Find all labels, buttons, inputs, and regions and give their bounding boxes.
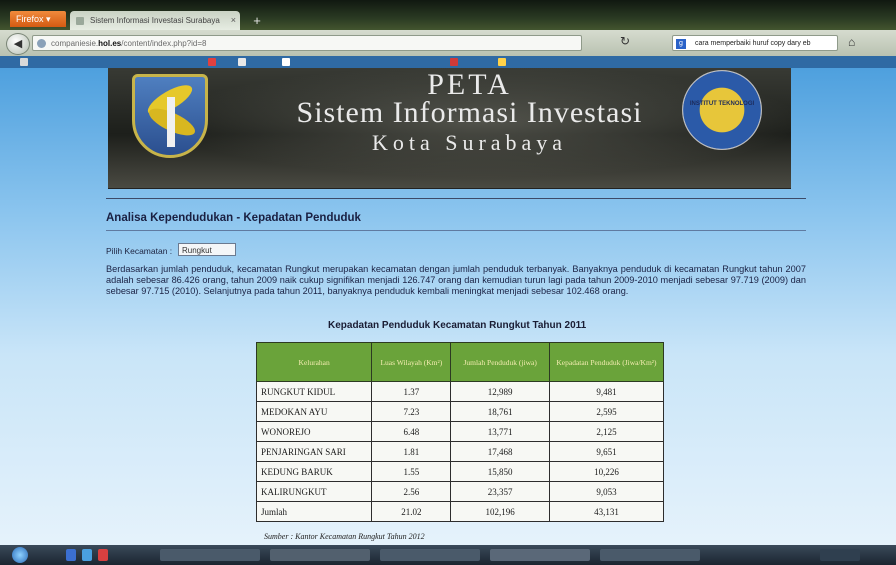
cell-kepadatan: 2,125 — [548, 421, 665, 442]
cell-kelurahan: WONOREJO — [255, 421, 373, 442]
table-row: KALIRUNGKUT 2.56 23,357 9,053 — [255, 481, 665, 502]
bookmark-icon[interactable] — [282, 58, 290, 66]
cell-luas: 1.55 — [371, 461, 452, 482]
back-button[interactable]: ◀ — [6, 33, 30, 55]
reload-icon[interactable]: ↻ — [620, 34, 630, 48]
column-header: Kepadatan Penduduk (Jiwa/Km²) — [548, 342, 665, 382]
cell-kepadatan: 2,595 — [548, 401, 665, 422]
taskbar-window-button[interactable] — [600, 549, 700, 561]
table-total-row: Jumlah 21.02 102,196 43,131 — [255, 501, 665, 522]
address-bar[interactable]: companiesie.hol.es/content/index.php?id=… — [32, 35, 582, 51]
taskbar-window-button[interactable] — [270, 549, 370, 561]
search-input[interactable]: g cara memperbaiki huruf copy dary eb — [672, 35, 838, 51]
close-tab-icon[interactable]: × — [231, 11, 236, 30]
tab-title: Sistem Informasi Investasi Surabaya — [90, 16, 220, 25]
table-row: KEDUNG BARUK 1.55 15,850 10,226 — [255, 461, 665, 482]
bookmark-icon[interactable] — [450, 58, 458, 66]
web-page: PETA Sistem Informasi Investasi Kota Sur… — [0, 68, 896, 545]
cell-jumlah: 12,989 — [450, 381, 550, 402]
page-title: Analisa Kependudukan - Kepadatan Pendudu… — [106, 212, 361, 224]
divider — [106, 230, 806, 231]
cell-jumlah: 23,357 — [450, 481, 550, 502]
taskbar-window-button[interactable] — [380, 549, 480, 561]
cell-luas: 6.48 — [371, 421, 452, 442]
url-prefix: companiesie. — [51, 39, 99, 48]
bookmarks-bar — [0, 56, 896, 68]
cell-luas: 1.37 — [371, 381, 452, 402]
table-row: PENJARINGAN SARI 1.81 17,468 9,651 — [255, 441, 665, 462]
firefox-menu-button[interactable]: Firefox ▾ — [10, 11, 66, 27]
cell-luas: 2.56 — [371, 481, 452, 502]
cell-kelurahan: KALIRUNGKUT — [255, 481, 373, 502]
new-tab-button[interactable]: + — [248, 13, 266, 28]
taskbar-window-button[interactable] — [490, 549, 590, 561]
url-host: hol.es — [98, 39, 122, 48]
kecamatan-select[interactable]: Rungkut — [178, 243, 236, 256]
bookmark-icon[interactable] — [208, 58, 216, 66]
cell-kepadatan: 9,651 — [548, 441, 665, 462]
cell-jumlah: 18,761 — [450, 401, 550, 422]
cell-jumlah: 13,771 — [450, 421, 550, 442]
column-header: Jumlah Penduduk (jiwa) — [450, 342, 550, 382]
cell-kepadatan: 10,226 — [548, 461, 665, 482]
cell-kelurahan: RUNGKUT KIDUL — [255, 381, 373, 402]
facebook-icon[interactable] — [66, 549, 76, 561]
column-header: Kelurahan — [255, 342, 373, 382]
table-row: MEDOKAN AYU 7.23 18,761 2,595 — [255, 401, 665, 422]
bookmark-icon[interactable] — [238, 58, 246, 66]
cell-kelurahan: KEDUNG BARUK — [255, 461, 373, 482]
url-path: /content/index.php?id=8 — [121, 39, 207, 48]
seal-text: INSTITUT TEKNOLOGI — [689, 101, 755, 107]
cell-luas: 1.81 — [371, 441, 452, 462]
os-taskbar — [0, 545, 896, 565]
cell-kepadatan: 43,131 — [548, 501, 665, 522]
site-identity-icon[interactable] — [37, 39, 46, 48]
search-text: cara memperbaiki huruf copy dary eb — [695, 40, 811, 47]
google-icon[interactable]: g — [676, 39, 686, 49]
bookmark-icon[interactable] — [20, 58, 28, 66]
divider — [106, 198, 806, 199]
tab-active[interactable]: Sistem Informasi Investasi Surabaya × — [70, 11, 240, 30]
cell-kelurahan: Jumlah — [255, 501, 373, 522]
site-banner: PETA Sistem Informasi Investasi Kota Sur… — [108, 68, 791, 189]
table-row: WONOREJO 6.48 13,771 2,125 — [255, 421, 665, 442]
density-table: Kelurahan Luas Wilayah (Km²) Jumlah Pend… — [255, 342, 665, 522]
cell-luas: 7.23 — [371, 401, 452, 422]
browser-nav-bar: ◀ companiesie.hol.es/content/index.php?i… — [0, 30, 896, 56]
cell-jumlah: 15,850 — [450, 461, 550, 482]
system-tray-icons[interactable] — [820, 549, 860, 561]
home-icon[interactable]: ⌂ — [848, 35, 855, 49]
kecamatan-label: Pilih Kecamatan : — [106, 246, 173, 256]
cell-kepadatan: 9,481 — [548, 381, 665, 402]
mail-icon[interactable] — [98, 549, 108, 561]
bookmark-icon[interactable] — [498, 58, 506, 66]
institute-seal-logo: INSTITUT TEKNOLOGI — [682, 70, 762, 150]
cell-kepadatan: 9,053 — [548, 481, 665, 502]
table-row: RUNGKUT KIDUL 1.37 12,989 9,481 — [255, 381, 665, 402]
cell-luas: 21.02 — [371, 501, 452, 522]
start-button-icon[interactable] — [12, 547, 28, 563]
cell-kelurahan: PENJARINGAN SARI — [255, 441, 373, 462]
description-paragraph: Berdasarkan jumlah penduduk, kecamatan R… — [106, 264, 806, 296]
taskbar-window-button[interactable] — [160, 549, 260, 561]
table-source-note: Sumber : Kantor Kecamatan Rungkut Tahun … — [264, 532, 425, 541]
browser-tab-bar: Firefox ▾ Sistem Informasi Investasi Sur… — [0, 0, 896, 30]
column-header: Luas Wilayah (Km²) — [371, 342, 452, 382]
table-title: Kepadatan Penduduk Kecamatan Rungkut Tah… — [328, 320, 587, 331]
cell-jumlah: 17,468 — [450, 441, 550, 462]
page-favicon-icon — [76, 17, 84, 25]
cell-jumlah: 102,196 — [450, 501, 550, 522]
cell-kelurahan: MEDOKAN AYU — [255, 401, 373, 422]
twitter-icon[interactable] — [82, 549, 92, 561]
